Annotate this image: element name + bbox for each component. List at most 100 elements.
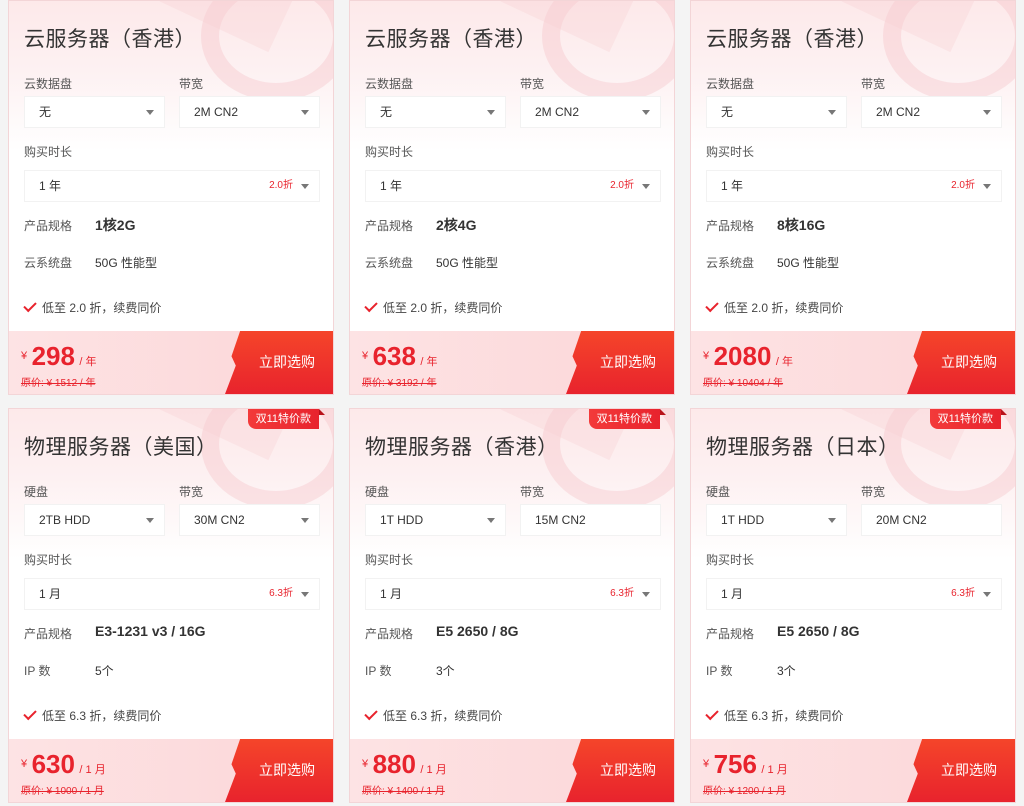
spec-value: E3-1231 v3 / 16G	[95, 623, 206, 639]
product-grid: 云服务器（香港） 云数据盘 带宽 无 2M CN2 购买时长 1 年 2.0折 …	[0, 0, 1024, 806]
field1-value: 无	[39, 105, 52, 119]
field2-input[interactable]: 15M CN2	[520, 504, 661, 536]
duration-label: 购买时长	[365, 145, 414, 159]
price: ¥ 638 / 年	[362, 341, 438, 372]
spec-value: E5 2650 / 8G	[436, 623, 519, 639]
extra-value: 5个	[95, 664, 114, 678]
discount-text: 6.3折	[610, 588, 634, 599]
buy-button[interactable]: 立即选购	[907, 331, 1015, 394]
duration-value: 1 月	[39, 587, 62, 601]
field2-label: 带宽	[861, 77, 886, 91]
original-price: 原价: ¥ 1400 / 1 月	[362, 786, 445, 797]
spec-label: 产品规格	[365, 627, 414, 641]
price-unit: / 年	[775, 356, 793, 368]
promo-line: 低至 2.0 折，续费同价	[705, 298, 844, 316]
original-price: 原价: ¥ 1200 / 1 月	[703, 786, 786, 797]
extra-value: 50G 性能型	[436, 256, 499, 270]
original-price: 原价: ¥ 10404 / 年	[703, 378, 784, 389]
price-footer: ¥ 298 / 年 原价: ¥ 1512 / 年 立即选购	[9, 331, 333, 394]
chevron-down-icon	[983, 592, 991, 597]
buy-button[interactable]: 立即选购	[566, 331, 674, 394]
field1-select[interactable]: 无	[365, 96, 506, 128]
field2-select[interactable]: 2M CN2	[179, 96, 320, 128]
price: ¥ 756 / 1 月	[703, 749, 788, 780]
field2-select[interactable]: 2M CN2	[520, 96, 661, 128]
duration-select[interactable]: 1 月 6.3折	[706, 578, 1002, 610]
field1-label: 硬盘	[24, 485, 49, 499]
extra-label: 云系统盘	[365, 256, 414, 270]
duration-value: 1 月	[721, 587, 744, 601]
field1-value: 1T HDD	[380, 513, 424, 527]
price-value: 756	[713, 749, 757, 779]
field1-label: 硬盘	[706, 485, 731, 499]
extra-value: 3个	[436, 664, 455, 678]
field1-select[interactable]: 无	[706, 96, 847, 128]
field2-select[interactable]: 30M CN2	[179, 504, 320, 536]
field1-value: 1T HDD	[721, 513, 765, 527]
promo-badge: 双11特价款	[929, 409, 1008, 429]
promo-badge: 双11特价款	[588, 409, 667, 429]
promo-line: 低至 6.3 折，续费同价	[23, 706, 162, 724]
extra-label: 云系统盘	[24, 256, 73, 270]
field2-select[interactable]: 2M CN2	[861, 96, 1002, 128]
field2-label: 带宽	[179, 77, 204, 91]
chevron-down-icon	[301, 518, 309, 523]
chevron-down-icon	[642, 110, 650, 115]
spec-label: 产品规格	[706, 219, 755, 233]
promo-line: 低至 2.0 折，续费同价	[23, 298, 161, 316]
card-title: 云服务器（香港）	[365, 27, 537, 51]
duration-select[interactable]: 1 年 2.0折	[706, 170, 1002, 202]
card-title: 物理服务器（美国）	[24, 435, 218, 459]
duration-select[interactable]: 1 年 2.0折	[24, 170, 320, 202]
check-icon	[364, 706, 378, 721]
extra-label: 云系统盘	[706, 256, 755, 270]
currency-symbol: ¥	[703, 758, 710, 770]
price: ¥ 630 / 1 月	[21, 749, 106, 780]
price: ¥ 298 / 年	[21, 341, 97, 372]
field1-select[interactable]: 1T HDD	[365, 504, 506, 536]
chevron-down-icon	[983, 110, 991, 115]
price-footer: ¥ 630 / 1 月 原价: ¥ 1000 / 1 月 立即选购	[9, 739, 333, 802]
price-value: 880	[372, 749, 416, 779]
buy-button[interactable]: 立即选购	[225, 331, 333, 394]
extra-label: IP 数	[706, 664, 733, 678]
field1-label: 云数据盘	[365, 77, 414, 91]
duration-label: 购买时长	[706, 145, 755, 159]
chevron-down-icon	[301, 110, 309, 115]
check-icon	[705, 298, 719, 313]
check-icon	[23, 298, 37, 313]
check-icon	[23, 706, 37, 721]
spec-label: 产品规格	[365, 219, 414, 233]
chevron-down-icon	[828, 110, 836, 115]
promo-text: 低至 2.0 折，续费同价	[724, 301, 844, 315]
promo-line: 低至 2.0 折，续费同价	[364, 298, 502, 316]
chevron-down-icon	[983, 184, 991, 189]
chevron-down-icon	[642, 184, 650, 189]
product-card: 云服务器（香港） 云数据盘 带宽 无 2M CN2 购买时长 1 年 2.0折 …	[8, 0, 334, 395]
field2-label: 带宽	[520, 485, 545, 499]
field1-select[interactable]: 1T HDD	[706, 504, 847, 536]
chevron-down-icon	[487, 110, 495, 115]
duration-select[interactable]: 1 年 2.0折	[365, 170, 661, 202]
field2-value: 2M CN2	[535, 105, 580, 119]
field2-value: 2M CN2	[876, 105, 921, 119]
currency-symbol: ¥	[21, 758, 28, 770]
promo-text: 低至 6.3 折，续费同价	[42, 709, 162, 723]
buy-button[interactable]: 立即选购	[566, 739, 674, 802]
promo-text: 低至 6.3 折，续费同价	[724, 709, 844, 723]
duration-value: 1 月	[380, 587, 403, 601]
field2-input[interactable]: 20M CN2	[861, 504, 1002, 536]
price-footer: ¥ 880 / 1 月 原价: ¥ 1400 / 1 月 立即选购	[350, 739, 674, 802]
duration-select[interactable]: 1 月 6.3折	[365, 578, 661, 610]
buy-button[interactable]: 立即选购	[225, 739, 333, 802]
price-unit: / 年	[420, 356, 438, 368]
duration-value: 1 年	[380, 179, 403, 193]
duration-select[interactable]: 1 月 6.3折	[24, 578, 320, 610]
buy-button[interactable]: 立即选购	[907, 739, 1015, 802]
extra-label: IP 数	[365, 664, 392, 678]
field1-select[interactable]: 2TB HDD	[24, 504, 165, 536]
spec-label: 产品规格	[24, 219, 73, 233]
field1-select[interactable]: 无	[24, 96, 165, 128]
field2-value: 20M CN2	[876, 513, 927, 527]
promo-text: 低至 6.3 折，续费同价	[383, 709, 503, 723]
